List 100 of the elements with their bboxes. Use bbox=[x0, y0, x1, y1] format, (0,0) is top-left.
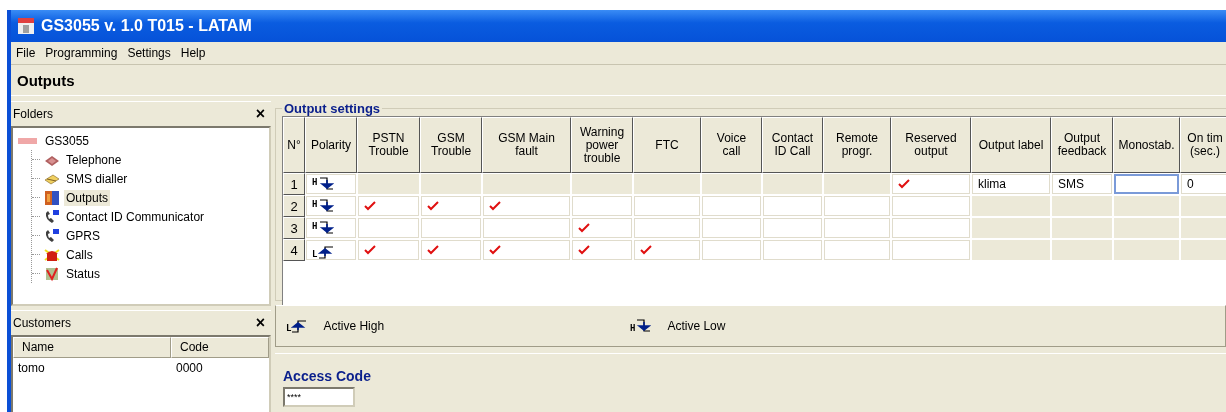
menu-item[interactable]: Programming bbox=[40, 46, 123, 60]
panel-title: Folders bbox=[13, 107, 53, 121]
column-header[interactable]: Name bbox=[13, 337, 171, 358]
checkbox-cell[interactable] bbox=[763, 196, 822, 216]
checkmark-icon bbox=[44, 265, 60, 282]
tree-item[interactable]: Status bbox=[64, 265, 103, 282]
checkbox-cell[interactable] bbox=[358, 174, 419, 194]
checkbox-cell[interactable] bbox=[892, 218, 970, 238]
phone-handset-icon bbox=[44, 227, 60, 244]
column-header: Monostab. bbox=[1113, 117, 1180, 173]
column-header: GSM Main fault bbox=[482, 117, 571, 173]
checkbox-cell[interactable] bbox=[572, 174, 632, 194]
row-number: 3 bbox=[283, 217, 305, 239]
tree-item[interactable]: SMS dialler bbox=[64, 170, 130, 187]
checkbox-cell[interactable] bbox=[421, 196, 481, 216]
phone-handset-icon bbox=[44, 208, 60, 225]
column-header: Contact ID Call bbox=[762, 117, 823, 173]
checkbox-cell[interactable] bbox=[634, 196, 700, 216]
row-number: 2 bbox=[283, 195, 305, 217]
check-icon bbox=[578, 245, 590, 255]
checkbox-cell[interactable] bbox=[892, 240, 970, 260]
column-header: Output label bbox=[971, 117, 1051, 173]
row-number: 1 bbox=[283, 173, 305, 195]
column-header: FTC bbox=[633, 117, 701, 173]
checkbox-cell[interactable] bbox=[763, 240, 822, 260]
input-cell[interactable] bbox=[1114, 174, 1179, 194]
polarity-letter: H bbox=[312, 221, 318, 231]
legend-label: Active Low bbox=[667, 319, 726, 333]
menu-item[interactable]: Help bbox=[175, 46, 211, 60]
checkbox-cell[interactable] bbox=[763, 218, 822, 238]
table-cell-text: tomo bbox=[17, 360, 46, 377]
checkbox-cell[interactable] bbox=[892, 196, 970, 216]
checkbox-cell[interactable] bbox=[634, 218, 700, 238]
checkbox-cell[interactable] bbox=[824, 196, 890, 216]
polarity-letter: L bbox=[312, 249, 318, 259]
column-header: GSM Trouble bbox=[420, 117, 482, 173]
access-code-field[interactable]: **** bbox=[283, 387, 355, 407]
polarity-letter: L bbox=[286, 323, 292, 333]
tree-item[interactable]: GPRS bbox=[64, 227, 102, 244]
checkbox-cell[interactable] bbox=[421, 218, 481, 238]
close-button[interactable]: × bbox=[255, 105, 265, 123]
column-header: On tim (sec.) bbox=[1180, 117, 1226, 173]
checkbox-cell[interactable] bbox=[702, 240, 761, 260]
checkbox-cell[interactable] bbox=[572, 218, 632, 238]
check-icon bbox=[364, 245, 376, 255]
checkbox-cell[interactable] bbox=[483, 240, 570, 260]
input-cell[interactable]: 0 bbox=[1181, 174, 1226, 194]
check-icon bbox=[489, 245, 501, 255]
checkbox-cell[interactable] bbox=[634, 240, 700, 260]
column-header: PSTN Trouble bbox=[357, 117, 420, 173]
checkbox-cell[interactable] bbox=[702, 196, 761, 216]
tree-item[interactable]: Telephone bbox=[64, 151, 124, 168]
menu-item[interactable]: Settings bbox=[122, 46, 176, 60]
polarity-cell[interactable]: H bbox=[306, 196, 356, 216]
close-button[interactable]: × bbox=[255, 314, 265, 332]
check-icon bbox=[640, 245, 652, 255]
checkbox-cell[interactable] bbox=[892, 174, 970, 194]
input-cell[interactable]: klima bbox=[972, 174, 1050, 194]
checkbox-cell[interactable] bbox=[702, 218, 761, 238]
tree-item[interactable]: Outputs bbox=[64, 189, 111, 206]
tree-item[interactable]: Calls bbox=[64, 246, 95, 263]
checkbox-cell[interactable] bbox=[483, 196, 570, 216]
tree-item[interactable]: GS3055 bbox=[43, 132, 92, 149]
legend-label: Active High bbox=[323, 319, 385, 333]
polarity-cell[interactable]: L bbox=[306, 240, 356, 260]
input-cell[interactable]: SMS bbox=[1052, 174, 1112, 194]
polarity-letter: H bbox=[630, 323, 636, 333]
check-icon bbox=[364, 201, 376, 211]
checkbox-cell[interactable] bbox=[824, 218, 890, 238]
check-icon bbox=[578, 223, 590, 233]
checkbox-cell[interactable] bbox=[572, 240, 632, 260]
checkbox-cell[interactable] bbox=[421, 240, 481, 260]
checkbox-cell[interactable] bbox=[358, 218, 419, 238]
checkbox-cell[interactable] bbox=[824, 240, 890, 260]
logo-icon bbox=[17, 136, 39, 145]
checkbox-cell[interactable] bbox=[358, 240, 419, 260]
polarity-cell[interactable]: H bbox=[306, 174, 356, 194]
polarity-letter: H bbox=[312, 177, 318, 187]
checkbox-cell[interactable] bbox=[483, 218, 570, 238]
checkbox-cell[interactable] bbox=[421, 174, 481, 194]
table-cell-text: 0000 bbox=[175, 360, 204, 377]
column-header: Voice call bbox=[701, 117, 762, 173]
polarity-cell[interactable]: H bbox=[306, 218, 356, 238]
polarity-letter: H bbox=[312, 199, 318, 209]
menu-item[interactable]: File bbox=[11, 46, 41, 60]
field-label: Access Code bbox=[283, 368, 372, 384]
window-title: GS3055 v. 1.0 T015 - LATAM bbox=[41, 17, 252, 35]
checkbox-cell[interactable] bbox=[634, 174, 700, 194]
checkbox-cell[interactable] bbox=[483, 174, 570, 194]
page-title: Outputs bbox=[17, 71, 75, 89]
checkbox-cell[interactable] bbox=[358, 196, 419, 216]
row-number: 4 bbox=[283, 239, 305, 261]
checkbox-cell[interactable] bbox=[702, 174, 761, 194]
checkbox-cell[interactable] bbox=[763, 174, 822, 194]
column-header[interactable]: Code bbox=[171, 337, 269, 358]
checkbox-cell[interactable] bbox=[572, 196, 632, 216]
panel-title: Customers bbox=[13, 316, 71, 330]
tree-item[interactable]: Contact ID Communicator bbox=[64, 208, 207, 225]
check-icon bbox=[427, 245, 439, 255]
checkbox-cell[interactable] bbox=[824, 174, 890, 194]
